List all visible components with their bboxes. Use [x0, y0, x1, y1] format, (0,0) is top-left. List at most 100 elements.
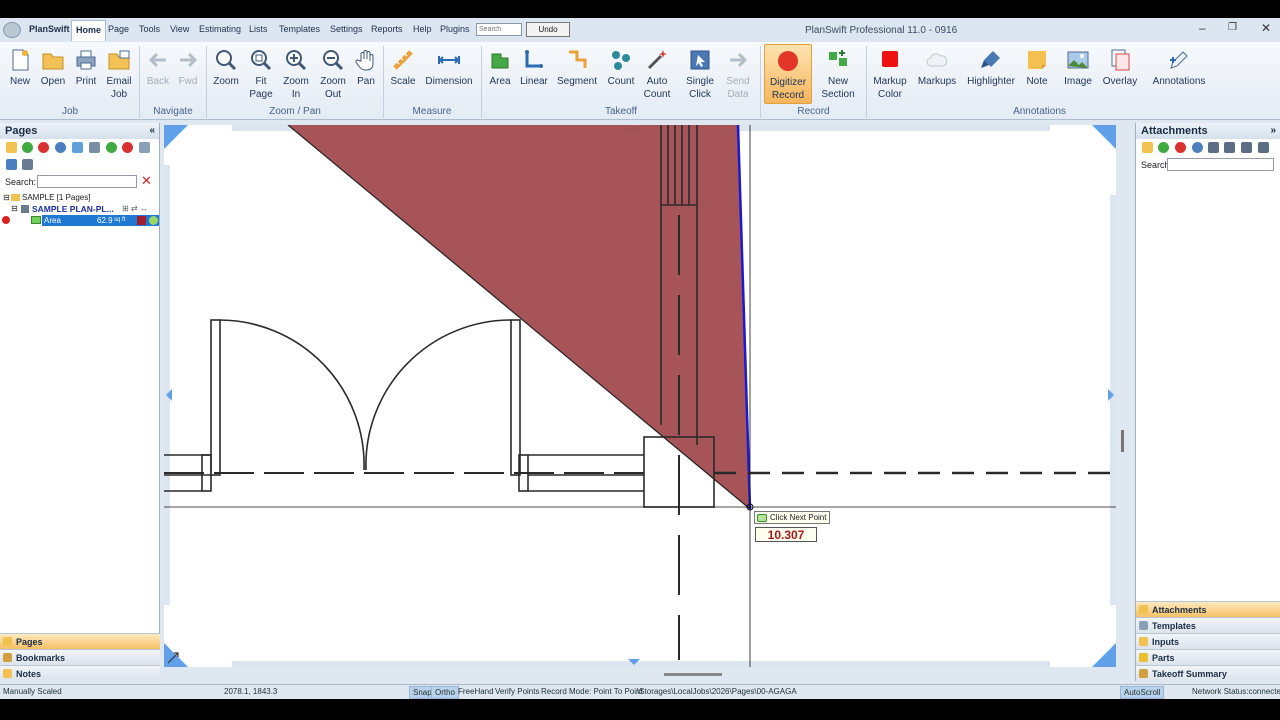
- markups-button[interactable]: Markups: [914, 48, 960, 104]
- zoom-out-button[interactable]: Zoom Out: [316, 48, 350, 104]
- delete-icon[interactable]: [1175, 142, 1186, 153]
- planswift-window: PlanSwift Home Page Tools View Estimatin…: [0, 18, 1280, 699]
- tree-area-item[interactable]: Area 62.9 sq ft: [42, 215, 159, 226]
- highlighter-button[interactable]: Highlighter: [963, 48, 1019, 104]
- tab-pages[interactable]: Pages: [0, 633, 160, 649]
- expand-icon[interactable]: [106, 142, 117, 153]
- global-search-input[interactable]: [476, 23, 522, 36]
- open-button[interactable]: Open: [37, 48, 69, 104]
- collapse-icon[interactable]: [122, 142, 133, 153]
- edit-icon[interactable]: [6, 159, 17, 170]
- menu-tools[interactable]: Tools: [139, 24, 160, 34]
- count-button[interactable]: Count: [603, 48, 639, 104]
- gear-icon[interactable]: [55, 142, 66, 153]
- corner-handle-bottom-right[interactable]: [1092, 643, 1116, 667]
- tab-bookmarks[interactable]: Bookmarks: [0, 649, 160, 665]
- markup-color-button[interactable]: Markup Color: [870, 48, 910, 104]
- arrow-left-icon[interactable]: [1241, 142, 1252, 153]
- refresh-icon[interactable]: [72, 142, 83, 153]
- pages-search-input[interactable]: [37, 175, 137, 188]
- new-button[interactable]: New: [5, 48, 35, 104]
- magic-wand-icon[interactable]: [22, 159, 33, 170]
- single-click-button[interactable]: Single Click: [683, 48, 717, 104]
- image-button[interactable]: Image: [1062, 48, 1094, 104]
- area-button[interactable]: Area: [485, 48, 515, 104]
- record-mode-status[interactable]: Record Mode: Point To Point: [541, 687, 643, 696]
- arrow-up-icon[interactable]: [1208, 142, 1219, 153]
- ortho-toggle[interactable]: Ortho: [431, 686, 460, 699]
- linear-button[interactable]: Linear: [518, 48, 550, 104]
- filter-icon[interactable]: [139, 142, 150, 153]
- zoom-button[interactable]: Zoom: [210, 48, 242, 104]
- verify-points-toggle[interactable]: Verify Points: [495, 687, 539, 696]
- corner-handle-top-left[interactable]: [164, 125, 188, 149]
- page-properties-icon[interactable]: ⊞ ⇄ ↔: [122, 204, 148, 213]
- tab-attachments[interactable]: Attachments: [1136, 601, 1280, 617]
- print-button[interactable]: Print: [71, 48, 101, 104]
- segment-button[interactable]: Segment: [554, 48, 600, 104]
- visibility-bulb-icon[interactable]: [149, 216, 158, 225]
- undo-button[interactable]: Undo: [526, 22, 570, 37]
- send-data-button[interactable]: Send Data: [721, 48, 755, 104]
- annotations-button[interactable]: Annotations: [1148, 48, 1210, 104]
- email-job-button[interactable]: Email Job: [103, 48, 135, 104]
- add-icon[interactable]: [1158, 142, 1169, 153]
- tree-expander-icon[interactable]: ⊟: [3, 193, 10, 202]
- fit-page-button[interactable]: Fit Page: [245, 48, 277, 104]
- scale-button[interactable]: Scale: [387, 48, 419, 104]
- canvas-scrollbar-thumb[interactable]: [1121, 430, 1124, 452]
- sort-icon[interactable]: [89, 142, 100, 153]
- tab-inputs[interactable]: Inputs: [1136, 633, 1280, 649]
- tab-templates[interactable]: Templates: [1136, 617, 1280, 633]
- collapse-panel-icon[interactable]: «: [149, 125, 155, 136]
- maximize-icon[interactable]: ❐: [1228, 22, 1237, 33]
- tree-expander-icon[interactable]: ⊟: [11, 204, 18, 213]
- note-button[interactable]: Note: [1022, 48, 1052, 104]
- menu-estimating[interactable]: Estimating: [199, 24, 241, 34]
- area-color-swatch[interactable]: [137, 216, 146, 225]
- dimension-button[interactable]: Dimension: [422, 48, 476, 104]
- digitizer-record-button[interactable]: Digitizer Record: [764, 44, 812, 104]
- tree-page-node[interactable]: SAMPLE PLAN-PL...: [32, 204, 114, 214]
- menu-templates[interactable]: Templates: [279, 24, 320, 34]
- folder-icon[interactable]: [1142, 142, 1153, 153]
- menu-view[interactable]: View: [170, 24, 189, 34]
- tab-takeoff-summary[interactable]: Takeoff Summary: [1136, 665, 1280, 681]
- menu-help[interactable]: Help: [413, 24, 432, 34]
- back-button[interactable]: Back: [144, 48, 172, 104]
- menu-settings[interactable]: Settings: [330, 24, 363, 34]
- planswift-logo-icon[interactable]: [3, 22, 21, 38]
- folder-icon[interactable]: [6, 142, 17, 153]
- arrow-down-icon[interactable]: [1224, 142, 1235, 153]
- forward-button[interactable]: Fwd: [174, 48, 202, 104]
- arrow-right-icon[interactable]: [1258, 142, 1269, 153]
- minimize-icon[interactable]: –: [1199, 21, 1206, 35]
- plan-canvas[interactable]: Click Next Point 10.307: [164, 125, 1116, 667]
- new-section-button[interactable]: New Section: [815, 48, 861, 104]
- delete-icon[interactable]: [38, 142, 49, 153]
- attachments-search-input[interactable]: [1167, 158, 1274, 171]
- auto-count-button[interactable]: Auto Count: [641, 48, 673, 104]
- zoom-in-button[interactable]: Zoom In: [280, 48, 312, 104]
- app-menu-planswift[interactable]: PlanSwift: [29, 24, 70, 34]
- tab-parts[interactable]: Parts: [1136, 649, 1280, 665]
- menu-plugins[interactable]: Plugins: [440, 24, 470, 34]
- add-icon[interactable]: [22, 142, 33, 153]
- overlay-button[interactable]: Overlay: [1099, 48, 1141, 104]
- gear-icon[interactable]: [1192, 142, 1203, 153]
- pan-button[interactable]: Pan: [353, 48, 379, 104]
- tree-job-node[interactable]: SAMPLE [1 Pages]: [22, 193, 90, 202]
- menu-page[interactable]: Page: [108, 24, 129, 34]
- tab-notes[interactable]: Notes: [0, 665, 160, 681]
- status-scale[interactable]: Manually Scaled: [3, 687, 62, 696]
- collapse-panel-icon[interactable]: »: [1270, 125, 1276, 136]
- menu-lists[interactable]: Lists: [249, 24, 268, 34]
- clear-search-icon[interactable]: ✕: [141, 173, 152, 189]
- menu-home[interactable]: Home: [71, 20, 107, 41]
- menu-reports[interactable]: Reports: [371, 24, 403, 34]
- corner-handle-top-right[interactable]: [1092, 125, 1116, 149]
- close-icon[interactable]: ✕: [1261, 21, 1271, 35]
- autoscroll-toggle[interactable]: AutoScroll: [1120, 686, 1165, 699]
- canvas-hscrollbar-thumb[interactable]: [664, 673, 722, 676]
- freehand-toggle[interactable]: FreeHand: [458, 687, 494, 696]
